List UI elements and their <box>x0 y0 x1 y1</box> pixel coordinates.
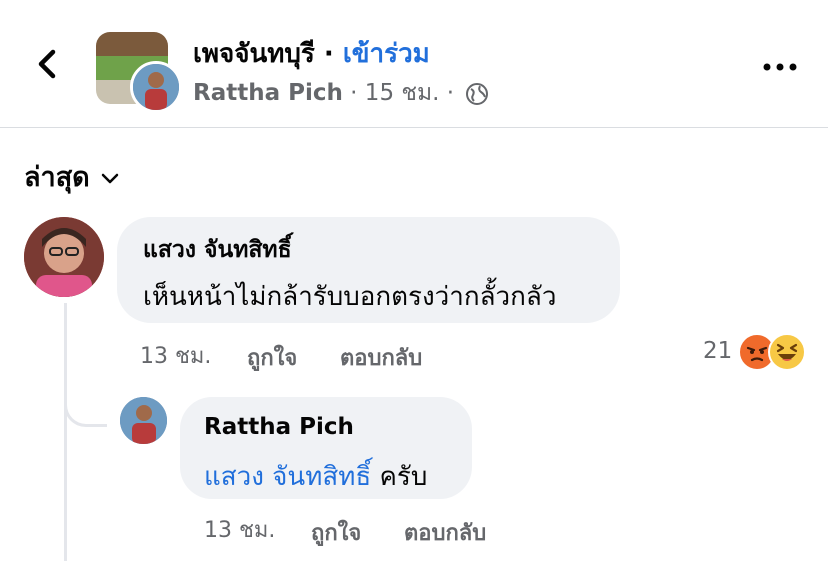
reply-like-button[interactable]: ถูกใจ <box>311 515 361 550</box>
thread-connector <box>64 388 107 427</box>
group-title: เพจจันทบุรี · เข้าร่วม <box>193 33 430 74</box>
like-button[interactable]: ถูกใจ <box>247 340 297 375</box>
comment-text: เห็นหน้าไม่กล้ารับบอกตรงว่ากลั้วกลัว <box>143 282 557 312</box>
replier-avatar[interactable] <box>120 397 167 444</box>
reply-label: ตอบกลับ <box>340 346 423 371</box>
comment-sort-dropdown[interactable]: ล่าสุด <box>24 155 120 198</box>
chevron-down-icon <box>101 173 118 183</box>
post-meta: Rattha Pich · 15 ชม. · <box>193 75 489 111</box>
reply-author[interactable]: Rattha Pich <box>204 414 354 440</box>
sort-label: ล่าสุด <box>24 162 90 193</box>
more-horizontal-icon <box>763 63 797 71</box>
like-label: ถูกใจ <box>311 521 362 546</box>
mention-link[interactable]: แสวง จันทสิทธิ์ <box>204 462 371 492</box>
poster-name[interactable]: Rattha Pich <box>193 80 343 106</box>
more-options-button[interactable] <box>762 58 798 71</box>
reaction-count[interactable]: 21 <box>703 338 732 364</box>
comment-time[interactable]: 13 ชม. <box>140 338 211 373</box>
thread-line <box>64 303 67 561</box>
reply-text: แสวง จันทสิทธิ์ ครับ <box>204 456 427 497</box>
reply-text-body: ครับ <box>371 462 428 492</box>
reply-button[interactable]: ตอบกลับ <box>340 340 422 375</box>
join-button[interactable]: เข้าร่วม <box>343 39 430 69</box>
title-separator: · <box>314 39 343 69</box>
post-time[interactable]: · 15 ชม. · <box>343 80 462 106</box>
commenter-avatar[interactable] <box>24 217 104 297</box>
group-name-link[interactable]: เพจจันทบุรี <box>193 39 315 69</box>
haha-reaction-icon[interactable] <box>768 333 806 371</box>
back-button[interactable] <box>32 44 62 84</box>
reply-reply-button[interactable]: ตอบกลับ <box>404 515 486 550</box>
chevron-left-icon <box>38 49 56 79</box>
comment-author[interactable]: แสวง จันทสิทธิ์ <box>143 232 292 268</box>
reply-label: ตอบกลับ <box>404 521 487 546</box>
reply-time[interactable]: 13 ชม. <box>204 512 275 547</box>
like-label: ถูกใจ <box>247 346 298 371</box>
globe-icon <box>466 82 489 105</box>
poster-avatar[interactable] <box>130 61 182 113</box>
